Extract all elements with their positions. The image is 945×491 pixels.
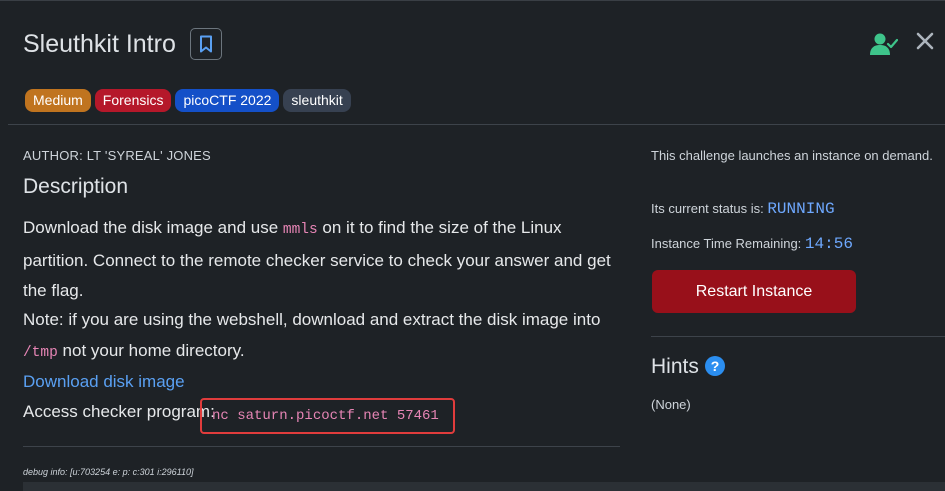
tag-difficulty[interactable]: Medium [25,89,91,112]
challenge-title: Sleuthkit Intro [23,30,176,58]
header-divider [8,124,945,125]
close-icon[interactable] [915,31,935,51]
instance-launch-text: This challenge launches an instance on d… [651,148,933,163]
note-text: Note: if you are using the webshell, dow… [23,310,601,329]
status-value: RUNNING [767,200,835,218]
content-divider [23,446,620,447]
restart-instance-button[interactable]: Restart Instance [652,270,856,313]
hints-heading: Hints [651,355,699,378]
checker-command[interactable]: nc saturn.picoctf.net 57461 [212,408,439,424]
description-heading: Description [23,175,129,198]
user-check-icon[interactable] [870,32,898,56]
tag-topic[interactable]: sleuthkit [283,89,351,112]
sidebar-divider [651,336,945,337]
time-label: Instance Time Remaining: [651,236,805,251]
note-text: not your home directory. [57,340,245,360]
status-label: Its current status is: [651,201,768,216]
inline-code-tmp: /tmp [23,344,58,361]
question-circle-icon[interactable]: ? [705,356,725,376]
debug-info: debug info: [u:703254 e: p: c:301 i:2961… [23,467,194,477]
tag-list: Medium Forensics picoCTF 2022 sleuthkit [25,89,351,112]
author-label: AUTHOR: LT 'SYREAL' JONES [23,148,211,163]
tag-category[interactable]: Forensics [94,89,172,112]
time-remaining-value: 14:56 [804,235,853,253]
note-paragraph: Note: if you are using the webshell, dow… [23,305,613,368]
bookmark-icon [200,35,212,53]
checker-label: Access checker program: [23,402,215,421]
bottom-panel [23,482,945,491]
inline-code-mmls: mmls [282,222,318,238]
bookmark-button[interactable] [190,28,222,60]
description-paragraph: Download the disk image and use mmls on … [23,213,613,307]
description-text: Download the disk image and use [23,218,283,237]
checker-command-highlight: nc saturn.picoctf.net 57461 [200,398,455,434]
challenge-header: Sleuthkit Intro Medium Forensics picoCTF… [0,0,945,124]
instance-status: Its current status is: RUNNING [651,196,941,222]
tag-event[interactable]: picoCTF 2022 [175,89,280,112]
hints-value: (None) [651,397,691,412]
instance-time: Instance Time Remaining: 14:56 [651,231,941,257]
download-disk-image-link[interactable]: Download disk image [23,372,185,392]
